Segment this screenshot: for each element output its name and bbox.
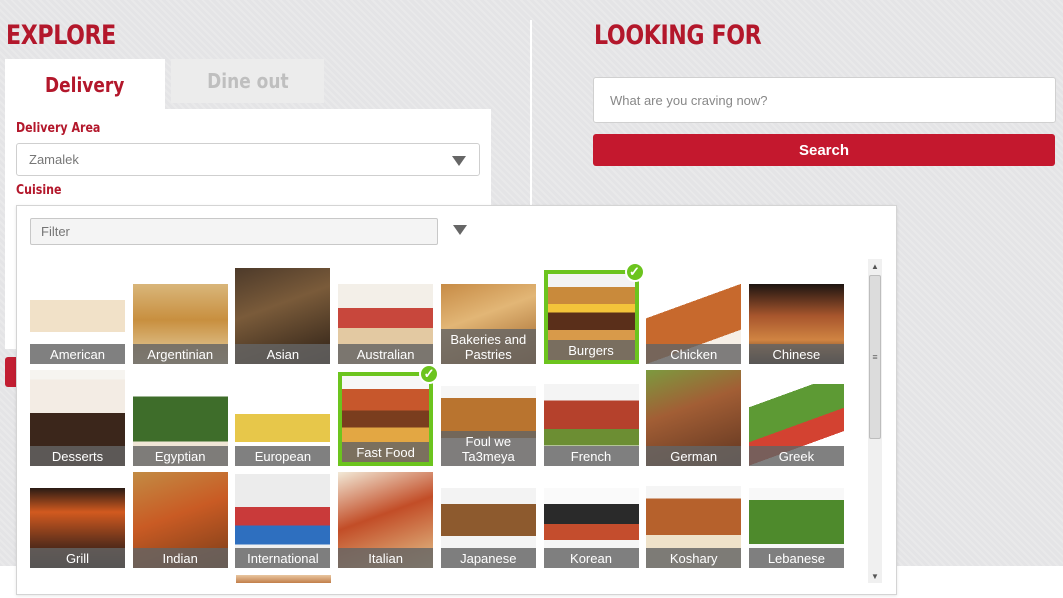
cuisine-label: Australian [338,344,434,364]
cuisine-tile[interactable]: Grill [30,488,125,568]
cuisine-label: American [30,344,125,364]
cuisine-tile[interactable]: Italian [338,472,434,568]
cuisine-label: Desserts [30,445,125,466]
delivery-area-value: Zamalek [29,152,79,167]
cuisine-label: Greek [748,445,844,466]
cuisine-label: Chicken [646,344,742,364]
cuisine-tile[interactable]: Indian [132,472,228,568]
search-input[interactable] [593,77,1056,123]
cuisine-tile[interactable]: American [30,284,125,364]
cuisine-label: Bakeries and Pastries [440,329,536,364]
check-icon: ✓ [624,262,645,282]
cuisine-label: Burgers [547,340,635,360]
caret-down-icon [452,156,466,166]
section-divider [530,20,532,210]
scroll-down-arrow-icon[interactable]: ▼ [868,569,882,583]
tab-dine-out-label: Dine out [206,69,289,93]
cuisine-tile[interactable]: Fast Food [338,371,434,466]
cuisine-tile[interactable]: Greek [748,383,844,466]
cuisine-label: Fast Food [342,441,430,462]
cuisine-label: European [235,445,331,466]
cuisine-label: Grill [30,548,125,568]
cuisine-tile-partial[interactable] [236,575,331,583]
check-icon: ✓ [419,363,440,384]
cuisine-filter-input[interactable] [30,218,438,245]
cuisine-tile[interactable]: Asian [235,268,331,364]
looking-for-heading: LOOKING FOR [594,20,762,51]
cuisine-tile[interactable]: Foul we Ta3meya [440,385,536,466]
tab-delivery-label: Delivery [45,73,125,97]
cuisine-label: Indian [132,548,228,568]
delivery-area-label: Delivery Area [16,121,101,136]
scrollbar-thumb[interactable]: ≡ [869,275,881,439]
cuisine-label: German [646,445,742,466]
caret-down-icon[interactable] [453,225,467,235]
cuisine-label: Italian [338,548,434,568]
cuisine-tile[interactable]: Bakeries and Pastries [440,284,536,364]
cuisine-label: Korean [543,548,639,568]
cuisine-tile[interactable]: Chinese [748,284,844,364]
cuisine-tile[interactable]: German [646,369,742,466]
cuisine-label: Koshary [646,548,742,568]
tab-dine-out[interactable]: Dine out [171,59,324,103]
cuisine-label: Foul we Ta3meya [440,430,536,466]
cuisine-tile[interactable]: Burgers [543,270,639,364]
cuisine-label: Argentinian [132,344,228,364]
cuisine-tile[interactable]: Koshary [646,486,742,568]
cuisine-label: Lebanese [748,548,844,568]
cuisine-label: French [543,445,639,466]
cuisine-tile[interactable]: Lebanese [748,488,844,568]
cuisine-label: Japanese [440,548,536,568]
cuisine-tile[interactable]: International [235,474,331,568]
cuisine-tile[interactable]: European [235,385,331,466]
explore-heading: EXPLORE [6,20,116,51]
cuisine-tile[interactable]: French [543,383,639,466]
cuisine-label: International [235,548,331,568]
cuisine-label: Cuisine [16,183,62,198]
cuisine-tile[interactable]: Korean [543,488,639,568]
cuisine-tile[interactable]: Chicken [646,284,742,364]
search-button[interactable]: Search [593,134,1055,166]
delivery-area-select[interactable]: Zamalek [16,143,480,176]
cuisine-tile[interactable]: Australian [338,284,434,364]
tab-delivery[interactable]: Delivery [5,59,165,111]
cuisine-label: Chinese [748,344,844,364]
cuisine-tile[interactable]: Egyptian [132,383,228,466]
cuisine-tile[interactable]: Argentinian [132,284,228,364]
cuisine-label: Asian [235,344,331,364]
cuisine-label: Egyptian [132,445,228,466]
cuisine-tile[interactable]: Japanese [440,488,536,568]
cuisine-tile[interactable]: Desserts [30,369,125,466]
scrollbar[interactable]: ▲ ≡ ▼ [868,259,882,583]
cuisine-dropdown: American Argentinian Asian Australian Bakeri… [16,205,897,595]
scroll-up-arrow-icon[interactable]: ▲ [868,259,882,273]
